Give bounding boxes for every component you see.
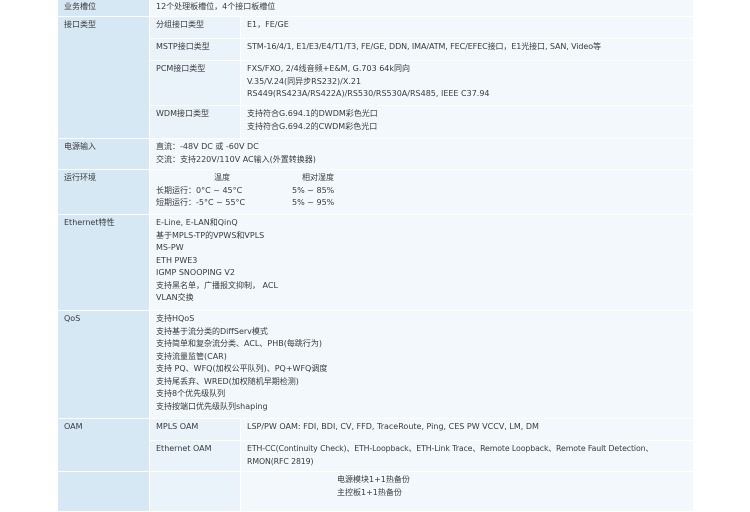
env-header-humidity: 相对湿度 [302, 173, 334, 182]
row-interface-group: 接口类型 分组接口类型 E1，FE/GE [57, 16, 694, 139]
qos-line: 支持流量监管(CAR) [156, 351, 227, 361]
qos-line: 支持尾丢弃、WRED(加权随机早期检测) [156, 376, 299, 386]
reliability-line: 电源模块1+1热备份 [337, 475, 410, 484]
interface-mstp-value: STM-16/4/1, E1/E3/E4/T1/T3, FE/GE, DDN, … [240, 38, 694, 61]
row-interface-wdm: WDM接口类型 支持符合G.694.1的DWDM彩色光口 支持符合G.694.2… [58, 105, 694, 139]
env-long-temp: 长期运行：0°C ~ 45°C [156, 185, 243, 195]
interface-mstp-sub: MSTP接口类型 [149, 38, 241, 61]
oam-mpls-value: LSP/PW OAM: FDI, BDI, CV, FFD, TraceRout… [240, 418, 694, 441]
qos-line: 支持简单和复杂流分类、ACL、PHB(每跳行为) [156, 339, 322, 348]
oam-label: OAM [57, 418, 150, 472]
environment-label: 运行环境 [57, 169, 150, 215]
row-ethernet: Ethernet特性 E-Line, E-LAN和QinQ 基于MPLS-TP的… [57, 214, 694, 311]
qos-line: 支持基于流分类的DiffServ模式 [156, 326, 268, 336]
qos-label: QoS [57, 310, 150, 419]
row-slots: 业务槽位 12个处理板槽位，4个接口板槽位 [57, 0, 694, 17]
ethernet-value: E-Line, E-LAN和QinQ 基于MPLS-TP的VPWS和VPLS M… [149, 214, 694, 311]
slots-label: 业务槽位 [57, 0, 150, 17]
power-value: 直流：-48V DC 或 -60V DC 交流：支持220V/110V AC输入… [149, 138, 694, 170]
interface-pcm-sub: PCM接口类型 [149, 60, 241, 106]
reliability-sub [149, 471, 241, 512]
ethernet-line: IGMP SNOOPING V2 [156, 268, 235, 277]
row-qos: QoS 支持HQoS 支持基于流分类的DiffServ模式 支持简单和复杂流分类… [57, 310, 694, 419]
oam-ethernet-sub: Ethernet OAM [149, 440, 241, 472]
power-label: 电源输入 [57, 138, 150, 170]
reliability-line: 主控板1+1热备份 [337, 487, 402, 497]
ethernet-line: 支持黑名单，广播报文抑制， ACL [156, 280, 278, 290]
ethernet-line: VLAN交换 [156, 293, 194, 302]
wdm-line: 支持符合G.694.1的DWDM彩色光口 [247, 109, 378, 118]
spec-page: 业务槽位 12个处理板槽位，4个接口板槽位 接口类型 分组接口类型 E1，FE/… [0, 0, 750, 512]
row-environment: 运行环境 温度 相对湿度 长期运行：0°C ~ 45°C 5% ~ 85% 短期… [57, 169, 694, 215]
reliability-value: 电源模块1+1热备份 主控板1+1热备份 [240, 471, 694, 512]
env-short-temp: 短期运行：-5°C ~ 55°C [156, 198, 246, 207]
interface-group-value: E1，FE/GE [240, 16, 694, 39]
row-power: 电源输入 直流：-48V DC 或 -60V DC 交流：支持220V/110V… [57, 138, 694, 170]
row-reliability: 电源模块1+1热备份 主控板1+1热备份 [57, 471, 694, 512]
oam-ethernet-line: ETH-CC(Continuity Check)、ETH-Loopback、ET… [247, 444, 654, 453]
ethernet-line: ETH PWE3 [156, 255, 198, 265]
environment-value: 温度 相对湿度 长期运行：0°C ~ 45°C 5% ~ 85% 短期运行：-5… [149, 169, 694, 215]
wdm-line: 支持符合G.694.2的CWDM彩色光口 [247, 121, 378, 131]
slots-value: 12个处理板槽位，4个接口板槽位 [149, 0, 694, 17]
oam-ethernet-line: RMON(RFC 2819) [247, 456, 314, 466]
interface-wdm-value: 支持符合G.694.1的DWDM彩色光口 支持符合G.694.2的CWDM彩色光… [240, 105, 694, 139]
spec-table: 业务槽位 12个处理板槽位，4个接口板槽位 接口类型 分组接口类型 E1，FE/… [57, 0, 694, 512]
reliability-label [57, 471, 150, 512]
power-line: 直流：-48V DC 或 -60V DC [156, 142, 259, 151]
ethernet-line: E-Line, E-LAN和QinQ [156, 218, 238, 227]
ethernet-line: MS-PW [156, 243, 184, 252]
ethernet-line: 基于MPLS-TP的VPWS和VPLS [156, 230, 265, 240]
ethernet-label: Ethernet特性 [57, 214, 150, 311]
row-oam-ethernet: Ethernet OAM ETH-CC(Continuity Check)、ET… [58, 440, 694, 472]
power-line: 交流：支持220V/110V AC输入(外置转换器) [156, 154, 316, 164]
qos-line: 支持 PQ、WFQ(加权公平队列)、PQ+WFQ调度 [156, 364, 328, 373]
qos-value: 支持HQoS 支持基于流分类的DiffServ模式 支持简单和复杂流分类、ACL… [149, 310, 694, 419]
pcm-line: FXS/FXO, 2/4线音频+E&M, G.703 64k同向 [247, 64, 411, 73]
row-interface-pcm: PCM接口类型 FXS/FXO, 2/4线音频+E&M, G.703 64k同向… [58, 60, 694, 106]
qos-line: 支持按端口优先级队列shaping [156, 401, 268, 411]
interface-group-sub: 分组接口类型 [149, 16, 241, 39]
row-oam-mpls: OAM MPLS OAM LSP/PW OAM: FDI, BDI, CV, F… [57, 418, 694, 472]
env-long-humidity: 5% ~ 85% [292, 185, 335, 195]
environment-grid: 温度 相对湿度 长期运行：0°C ~ 45°C 5% ~ 85% 短期运行：-5… [156, 172, 687, 210]
qos-line: 支持8个优先级队列 [156, 389, 226, 398]
interface-wdm-sub: WDM接口类型 [149, 105, 241, 139]
env-short-humidity: 5% ~ 95% [292, 198, 335, 207]
interface-pcm-value: FXS/FXO, 2/4线音频+E&M, G.703 64k同向 V.35/V.… [240, 60, 694, 106]
oam-ethernet-value: ETH-CC(Continuity Check)、ETH-Loopback、ET… [240, 440, 694, 472]
pcm-line: RS449(RS423A/RS422A)/RS530/RS530A/RS485,… [247, 89, 490, 98]
env-header-temp: 温度 [214, 173, 230, 182]
interface-label: 接口类型 [57, 16, 150, 139]
pcm-line: V.35/V.24(同异步RS232)/X.21 [247, 76, 362, 86]
qos-line: 支持HQoS [156, 314, 195, 323]
row-interface-mstp: MSTP接口类型 STM-16/4/1, E1/E3/E4/T1/T3, FE/… [58, 38, 694, 61]
oam-mpls-sub: MPLS OAM [149, 418, 241, 441]
